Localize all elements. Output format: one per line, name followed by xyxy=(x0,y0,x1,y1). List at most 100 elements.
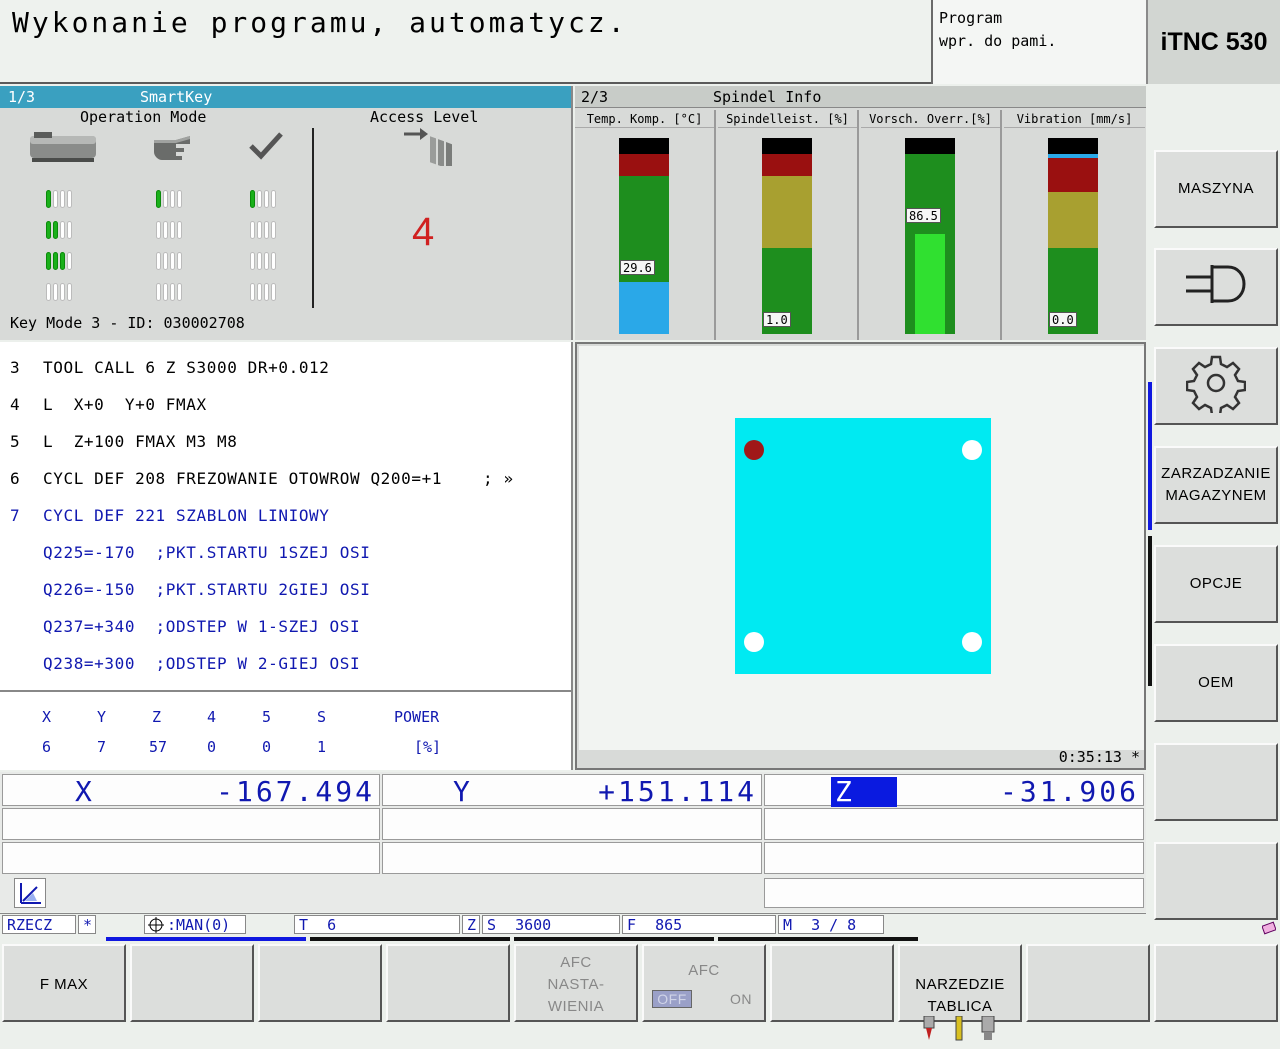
gauge-feed-override: Vorsch. Overr.[%] 86.5 xyxy=(861,110,1002,340)
axis-value-z: -31.906 xyxy=(999,775,1139,808)
secondary-mode-box[interactable]: Program wpr. do pami. xyxy=(931,0,1146,84)
softkey-settings[interactable] xyxy=(1154,347,1278,425)
feed-status: F 865 xyxy=(622,915,776,934)
smartkey-title-bar: 1/3 SmartKey xyxy=(0,86,571,108)
vertical-softkey-indicator xyxy=(1148,382,1152,530)
tool-label: T xyxy=(299,916,309,934)
program-listing[interactable]: 3 TOOL CALL 6 Z S3000 DR+0.012 4 L X+0 Y+0 … xyxy=(0,342,573,690)
gauge-bar xyxy=(1048,138,1098,334)
softkey-f-max[interactable]: F MAX xyxy=(2,944,126,1022)
gauge-bar xyxy=(619,138,669,334)
softkey-empty[interactable] xyxy=(130,944,254,1022)
operation-levels-machine xyxy=(46,190,72,301)
block-text: CYCL DEF 208 FREZOWANIE OTOWROW Q200=+1 … xyxy=(43,469,514,488)
operation-levels-manual xyxy=(156,190,182,301)
position-z: Z -31.906 xyxy=(764,774,1144,808)
softkey-maszyna[interactable]: MASZYNA xyxy=(1154,150,1278,228)
block-number: 3 xyxy=(10,358,21,377)
softkey-empty[interactable] xyxy=(1026,944,1150,1022)
tool-table-icon xyxy=(922,994,1002,1049)
tool-status: T 6 xyxy=(294,915,460,934)
secondary-mode-line2: wpr. do pami. xyxy=(939,32,1057,50)
softkey-empty[interactable] xyxy=(386,944,510,1022)
load-value: 0 xyxy=(262,738,272,756)
access-level-value: 4 xyxy=(412,210,435,254)
block-text: Q226=-150 ;PKT.STARTU 2GIEJ OSI xyxy=(43,580,371,599)
program-line[interactable]: 5 L Z+100 FMAX M3 M8 xyxy=(10,432,237,451)
program-line[interactable]: Q238=+300 ;ODSTEP W 2-GIEJ OSI xyxy=(10,654,360,673)
block-text: TOOL CALL 6 Z S3000 DR+0.012 xyxy=(43,358,330,377)
program-line[interactable]: Q225=-170 ;PKT.STARTU 1SZEJ OSI xyxy=(10,543,370,562)
program-line[interactable]: Q226=-150 ;PKT.STARTU 2GIEJ OSI xyxy=(10,580,370,599)
position-x: X -167.494 xyxy=(2,774,380,808)
softkey-empty[interactable] xyxy=(770,944,894,1022)
spindle-info-title-bar: 2/3 Spindel Info xyxy=(575,86,1146,108)
softkey-afc-toggle[interactable]: AFC OFF ON xyxy=(642,944,766,1022)
axis-value-x: -167.494 xyxy=(216,775,375,808)
load-header: 4 xyxy=(207,708,217,726)
gear-icon xyxy=(1185,353,1247,420)
position-empty xyxy=(764,842,1144,874)
softkey-afc-settings[interactable]: AFC NASTA- WIENIA xyxy=(514,944,638,1022)
softkey-label: ZARZADZANIE MAGAZYNEM xyxy=(1161,465,1271,504)
program-line[interactable]: 4 L X+0 Y+0 FMAX xyxy=(10,395,207,414)
block-number: 4 xyxy=(10,395,21,414)
hand-icon xyxy=(150,130,194,170)
keyboard-icon[interactable] xyxy=(1261,920,1277,935)
softkey-opcje[interactable]: OPCJE xyxy=(1154,545,1278,623)
softkey-empty[interactable] xyxy=(1154,842,1278,920)
load-value: 7 xyxy=(97,738,107,756)
softkey-row-indicator-active xyxy=(106,937,306,941)
axis-load-table: X 6 Y 7 Z 57 4 0 5 0 S 1 POWER [%] xyxy=(0,690,573,770)
softkey-empty[interactable] xyxy=(258,944,382,1022)
softkey-row-indicator xyxy=(514,937,714,941)
hole xyxy=(744,632,764,652)
gauge-label: Temp. Komp. [°C] xyxy=(575,110,714,128)
program-line[interactable]: 7 CYCL DEF 221 SZABLON LINIOWY xyxy=(10,506,330,525)
axis-label-z: Z xyxy=(831,777,897,807)
status-star: * xyxy=(78,915,96,934)
gauge-temperature: Temp. Komp. [°C] 29.6 xyxy=(575,110,716,340)
operation-mode-label: Operation Mode xyxy=(80,108,207,126)
program-line[interactable]: 6 CYCL DEF 208 FREZOWANIE OTOWROW Q200=+1… xyxy=(10,469,514,488)
key-arrow-icon xyxy=(402,122,462,171)
softkey-narzedzie-tablica[interactable]: NARZEDZIE TABLICA xyxy=(898,944,1022,1041)
m-function-status: M 3 / 8 xyxy=(778,915,884,934)
operation-levels-confirm xyxy=(250,190,276,301)
load-header: X xyxy=(42,708,52,726)
operating-mode-title: Wykonanie programu, automatycz. xyxy=(12,6,628,39)
program-line[interactable]: 3 TOOL CALL 6 Z S3000 DR+0.012 xyxy=(10,358,330,377)
position-empty xyxy=(764,878,1144,908)
gauge-label: Vorsch. Overr.[%] xyxy=(861,110,1000,128)
gauge-bar xyxy=(905,138,955,334)
softkey-zarzadzanie-magazynem[interactable]: ZARZADZANIE MAGAZYNEM xyxy=(1154,446,1278,524)
spindle-info-title: Spindel Info xyxy=(713,88,822,106)
program-line[interactable]: Q237=+340 ;ODSTEP W 1-SZEJ OSI xyxy=(10,617,360,636)
afc-on-option: ON xyxy=(730,991,752,1007)
gauge-value: 86.5 xyxy=(906,208,941,223)
axis-value-y: +151.114 xyxy=(598,775,757,808)
softkey-oem[interactable]: OEM xyxy=(1154,644,1278,722)
spindle-speed: 3600 xyxy=(515,916,552,934)
afc-off-option: OFF xyxy=(652,990,692,1008)
position-empty xyxy=(2,842,380,874)
machine-icon xyxy=(28,130,98,170)
position-empty xyxy=(2,808,380,840)
block-text: CYCL DEF 221 SZABLON LINIOWY xyxy=(43,506,330,525)
position-empty xyxy=(382,842,762,874)
gauge-label: Vibration [mm/s] xyxy=(1004,110,1145,128)
datum-value: :MAN(0) xyxy=(167,916,231,934)
softkey-empty[interactable] xyxy=(1154,743,1278,821)
feed-label: F xyxy=(627,916,637,934)
gauge-bar xyxy=(762,138,812,334)
feed-value: 865 xyxy=(655,916,683,934)
load-value: 57 xyxy=(149,738,168,756)
crosshair-icon xyxy=(148,917,164,937)
softkey-label: AFC NASTA- WIENIA xyxy=(547,954,605,1015)
softkey-empty[interactable] xyxy=(1154,944,1278,1022)
dynamic-collision-icon[interactable] xyxy=(14,878,46,908)
gauge-value: 1.0 xyxy=(763,312,791,327)
m-value: 3 / 8 xyxy=(811,916,857,934)
softkey-plug[interactable] xyxy=(1154,248,1278,326)
position-empty xyxy=(382,808,762,840)
